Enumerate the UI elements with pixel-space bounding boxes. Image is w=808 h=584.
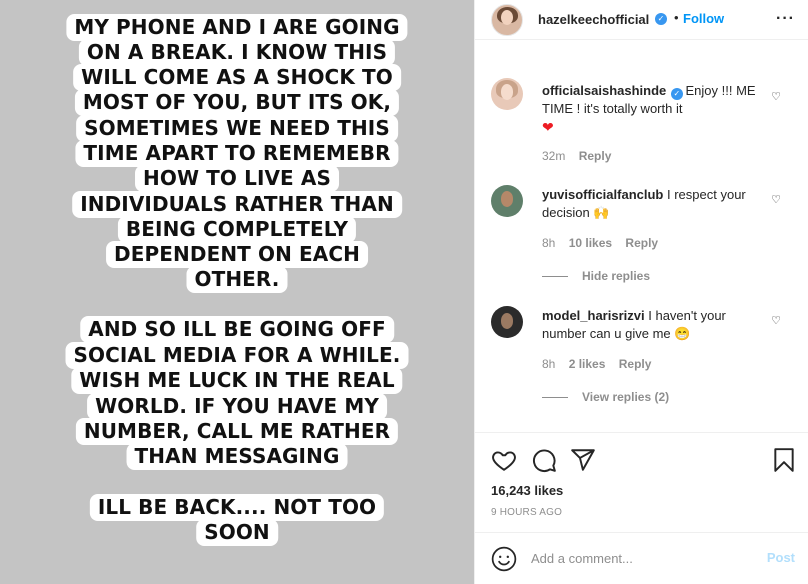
story-text-line: AND SO ILL BE GOING OFF [80,316,394,343]
verified-badge-icon: ✓ [655,13,667,25]
verified-badge-icon: ✓ [670,88,683,100]
reply-button[interactable]: Reply [625,236,658,250]
story-text-line: BEING COMPLETELY [117,216,357,243]
comment-meta: 8h 2 likes Reply [542,357,661,371]
emoji-smiley-icon[interactable] [491,546,517,572]
story-text-line: TIME APART TO REMEMEBR [75,140,399,167]
add-comment-bar: Post [475,532,808,584]
replies-divider [542,397,568,398]
view-replies-button[interactable]: View replies (2) [582,390,669,404]
story-text-line: MY PHONE AND I ARE GOING [66,14,408,41]
story-text-line: INDIVIDUALS RATHER THAN [72,191,402,218]
story-text-line: WISH ME LUCK IN THE REAL [71,367,403,394]
comment-bubble-icon[interactable] [531,447,557,473]
commenter-avatar[interactable] [491,78,523,110]
comment-meta: 32m Reply [542,149,621,163]
author-avatar[interactable] [491,4,523,36]
story-text-line: OTHER. [186,266,288,293]
praying-hands-emoji-icon: 🙌 [593,205,610,220]
story-text-line: SOCIAL MEDIA FOR A WHILE. [65,342,409,369]
like-comment-heart-icon[interactable]: ♡ [771,90,781,103]
likes-count[interactable]: 16,243 likes [491,483,563,498]
comment-time: 8h [542,236,556,250]
comment-text: officialsaishashinde ✓ Enjoy !!! ME TIME… [542,82,757,137]
grinning-face-emoji-icon: 😁 [674,326,691,341]
comment-text: model_harisrizvi I haven't your number c… [542,307,757,343]
story-text-line: THAN MESSAGING [126,443,348,470]
like-comment-heart-icon[interactable]: ♡ [771,314,781,327]
commenter-avatar[interactable] [491,185,523,217]
share-send-icon[interactable] [570,447,596,473]
commenter-avatar[interactable] [491,306,523,338]
story-text-line: NUMBER, CALL ME RATHER [75,418,399,445]
replies-divider [542,276,568,277]
hide-replies-button[interactable]: Hide replies [582,269,650,283]
like-comment-heart-icon[interactable]: ♡ [771,193,781,206]
heart-emoji-icon: ❤ [542,119,554,135]
comment-likes[interactable]: 2 likes [569,357,606,371]
save-bookmark-icon[interactable] [771,447,797,473]
story-text-line: SOMETIMES WE NEED THIS [76,115,398,142]
post-actions: 16,243 likes 9 HOURS AGO [475,432,808,532]
header-separator: • [674,10,679,25]
comment-meta: 8h 10 likes Reply [542,236,668,250]
comment-time: 32m [542,149,566,163]
comment-username[interactable]: officialsaishashinde [542,83,666,98]
story-image: MY PHONE AND I ARE GOING ON A BREAK. I K… [0,0,474,584]
story-text-line: DEPENDENT ON EACH [106,241,368,268]
comments-list: officialsaishashinde ✓ Enjoy !!! ME TIME… [475,40,808,430]
like-heart-icon[interactable] [491,447,517,473]
post-panel: hazelkeechofficial ✓ • Follow ··· offici… [474,0,808,584]
comment-likes[interactable]: 10 likes [569,236,612,250]
reply-button[interactable]: Reply [579,149,612,163]
story-text-line: WILL COME AS A SHOCK TO [73,64,401,91]
more-dots-icon[interactable]: ··· [776,10,795,28]
story-text-line: WORLD. IF YOU HAVE MY [87,393,387,420]
post-timestamp: 9 HOURS AGO [491,507,563,518]
comment-time: 8h [542,357,556,371]
follow-button[interactable]: Follow [683,11,724,26]
post-header: hazelkeechofficial ✓ • Follow ··· [475,0,808,40]
comment-input[interactable] [531,547,751,569]
story-text-line: MOST OF YOU, BUT ITS OK, [74,89,400,116]
author-username[interactable]: hazelkeechofficial [538,12,649,27]
post-button[interactable]: Post [767,550,795,565]
story-text-line: ON A BREAK. I KNOW THIS [78,39,396,66]
story-text-line: ILL BE BACK.... NOT TOO [89,494,385,521]
story-text-line: HOW TO LIVE AS [135,165,339,192]
comment-username[interactable]: model_harisrizvi [542,308,645,323]
comment-username[interactable]: yuvisofficialfanclub [542,187,663,202]
reply-button[interactable]: Reply [619,357,652,371]
story-text-line: SOON [196,519,278,546]
comment-text: yuvisofficialfanclub I respect your deci… [542,186,757,222]
